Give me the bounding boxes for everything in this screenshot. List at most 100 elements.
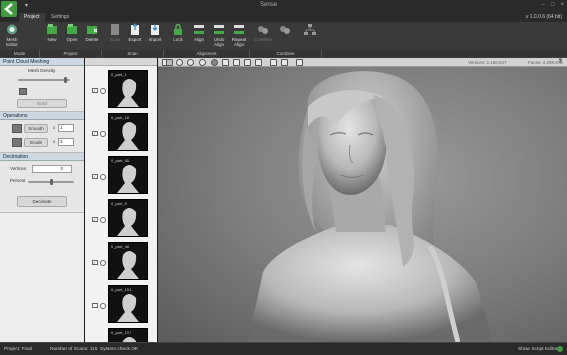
hierarchy-icon — [304, 24, 316, 35]
smooth-iterations-input[interactable]: 1 — [58, 124, 74, 132]
scan-lock-icon[interactable] — [100, 260, 106, 266]
open-label: Open — [66, 37, 78, 42]
scan-list-item[interactable]: 0_part_107 — [87, 328, 155, 342]
wireframe-icon[interactable] — [222, 59, 229, 66]
percent-label: Percent — [10, 178, 26, 183]
undo-align-icon — [214, 25, 224, 34]
mesh-density-label: Mesh Density — [28, 68, 56, 73]
scan-visibility-checkbox[interactable]: ✓ — [92, 174, 98, 179]
viewport-toolbar: Vertices: 2,150,847 Faces: 4,288,878 ? — [158, 58, 567, 67]
scan-visibility-checkbox[interactable] — [92, 303, 98, 308]
play-icon[interactable] — [270, 59, 277, 66]
3d-viewport[interactable] — [158, 67, 567, 342]
quick-access-arrow-icon[interactable]: ▾ — [25, 2, 28, 9]
view-sphere-icon[interactable] — [211, 59, 218, 66]
rotate-icon[interactable] — [176, 59, 183, 66]
layers-icon[interactable] — [244, 59, 251, 66]
show-script-editor-link[interactable]: Show Script Editor — [518, 347, 557, 352]
decimation-section-title[interactable]: Decimation — [0, 153, 84, 161]
scan-thumbnail[interactable]: 0_part_107 — [108, 328, 148, 342]
scan-visibility-checkbox[interactable]: ✓ — [92, 217, 98, 222]
scan-name: 0_part_55 — [111, 158, 130, 163]
status-system-check[interactable]: System check OK — [100, 347, 138, 352]
erode-button[interactable]: Erode — [24, 138, 48, 147]
scan-visibility-checkbox[interactable]: ✓ — [92, 260, 98, 265]
group-empty — [322, 50, 567, 57]
align-button[interactable]: Align — [189, 23, 209, 50]
scan-thumbnail[interactable]: 0_part_55 — [108, 156, 148, 194]
scan-lock-icon[interactable] — [100, 131, 106, 137]
operations-section: Smooth x 1 Erode x 1 — [0, 120, 84, 153]
scan-list-item[interactable]: ✓ 0_part_48 — [87, 242, 155, 284]
help-icon[interactable]: ? — [558, 59, 562, 65]
import-icon — [151, 24, 159, 35]
open-button[interactable]: Open — [62, 23, 82, 50]
scan-list-header — [85, 58, 157, 66]
scan-lock-icon[interactable] — [100, 88, 106, 94]
percent-slider[interactable] — [28, 179, 74, 185]
scan-list-item[interactable]: ✓ 0_part_1 — [87, 70, 155, 112]
scan-lock-icon[interactable] — [100, 174, 106, 180]
scan-list-item[interactable]: ✓ 0_part_55 — [87, 156, 155, 198]
new-button[interactable]: New — [42, 23, 62, 50]
minimize-icon[interactable]: – — [542, 2, 545, 8]
ribbon-tabs: Project Settings v 1.0.0.6 (64 bit) — [0, 12, 567, 22]
vertices-input[interactable]: 0 — [32, 165, 72, 173]
scan-list-item[interactable]: ✓ 0_part_9 — [87, 199, 155, 241]
scan-lock-icon[interactable] — [100, 217, 106, 223]
scan-thumbnail[interactable]: 0_part_101 — [108, 285, 148, 323]
zoom-icon[interactable] — [187, 59, 194, 66]
scan-visibility-checkbox[interactable]: ✓ — [92, 88, 98, 93]
settings-gear-icon[interactable] — [255, 59, 262, 66]
percent-knob[interactable] — [50, 179, 53, 185]
mesh-density-knob[interactable] — [64, 77, 67, 83]
open-folder-icon — [67, 24, 77, 34]
scan-thumbnail[interactable]: 0_part_1 — [108, 70, 148, 108]
undo-align-button[interactable]: Undo Align — [209, 23, 229, 50]
repeat-align-button[interactable]: Repeat Align — [229, 23, 249, 50]
align-icon — [194, 25, 204, 34]
scan-visibility-checkbox[interactable]: ✓ — [92, 131, 98, 136]
pan-icon[interactable] — [199, 59, 206, 66]
tab-project[interactable]: Project — [19, 13, 45, 22]
scan-lock-icon[interactable] — [100, 303, 106, 309]
app-logo-icon[interactable] — [1, 1, 17, 17]
preview-toggle[interactable] — [19, 88, 27, 95]
title-bar: ▾ Sense – □ × — [0, 0, 567, 17]
axes-icon[interactable] — [296, 59, 303, 66]
build-button[interactable]: Build — [17, 99, 67, 108]
scan-list-item[interactable]: 0_part_101 — [87, 285, 155, 327]
maximize-icon[interactable]: □ — [551, 2, 555, 8]
scan-list-item[interactable]: ✓ 0_part_18 — [87, 113, 155, 155]
export-button[interactable]: Export — [125, 23, 145, 50]
repeat-align-label: Repeat Align — [231, 37, 247, 47]
decimate-button[interactable]: Decimate — [17, 196, 67, 207]
erode-icon — [12, 138, 22, 147]
grid-icon[interactable] — [233, 59, 240, 66]
scan-name: 0_part_101 — [111, 287, 132, 292]
operations-section-title[interactable]: Operations — [0, 112, 84, 120]
lock-button[interactable]: Lock — [168, 23, 188, 50]
erode-iterations-input[interactable]: 1 — [58, 138, 74, 146]
tab-settings[interactable]: Settings — [46, 13, 74, 22]
import-button[interactable]: Import — [145, 23, 165, 50]
meshing-section-title[interactable]: Point Cloud Meshing — [0, 58, 84, 66]
delete-button[interactable]: Delete — [82, 23, 102, 50]
vertices-label: Vertices — [10, 166, 27, 171]
new-label: New — [47, 37, 57, 42]
hierarchy-button[interactable] — [300, 23, 320, 50]
mesh-density-slider[interactable] — [18, 77, 70, 83]
scan-thumbnail[interactable]: 0_part_48 — [108, 242, 148, 280]
combine-all-button[interactable] — [275, 23, 295, 50]
select-icon[interactable] — [166, 59, 173, 66]
export-label: Export — [128, 37, 142, 42]
close-icon[interactable]: × — [560, 2, 564, 8]
scan-button[interactable]: Scan — [105, 23, 125, 50]
scan-thumbnail[interactable]: 0_part_9 — [108, 199, 148, 237]
scan-thumbnail[interactable]: 0_part_18 — [108, 113, 148, 151]
group-mode: Mode — [0, 50, 40, 57]
combine-button[interactable]: Combine — [253, 23, 273, 50]
smooth-button[interactable]: Smooth — [24, 124, 48, 133]
mesh-editor-button[interactable]: Mesh Editor — [2, 23, 22, 50]
stop-icon[interactable] — [281, 59, 288, 66]
